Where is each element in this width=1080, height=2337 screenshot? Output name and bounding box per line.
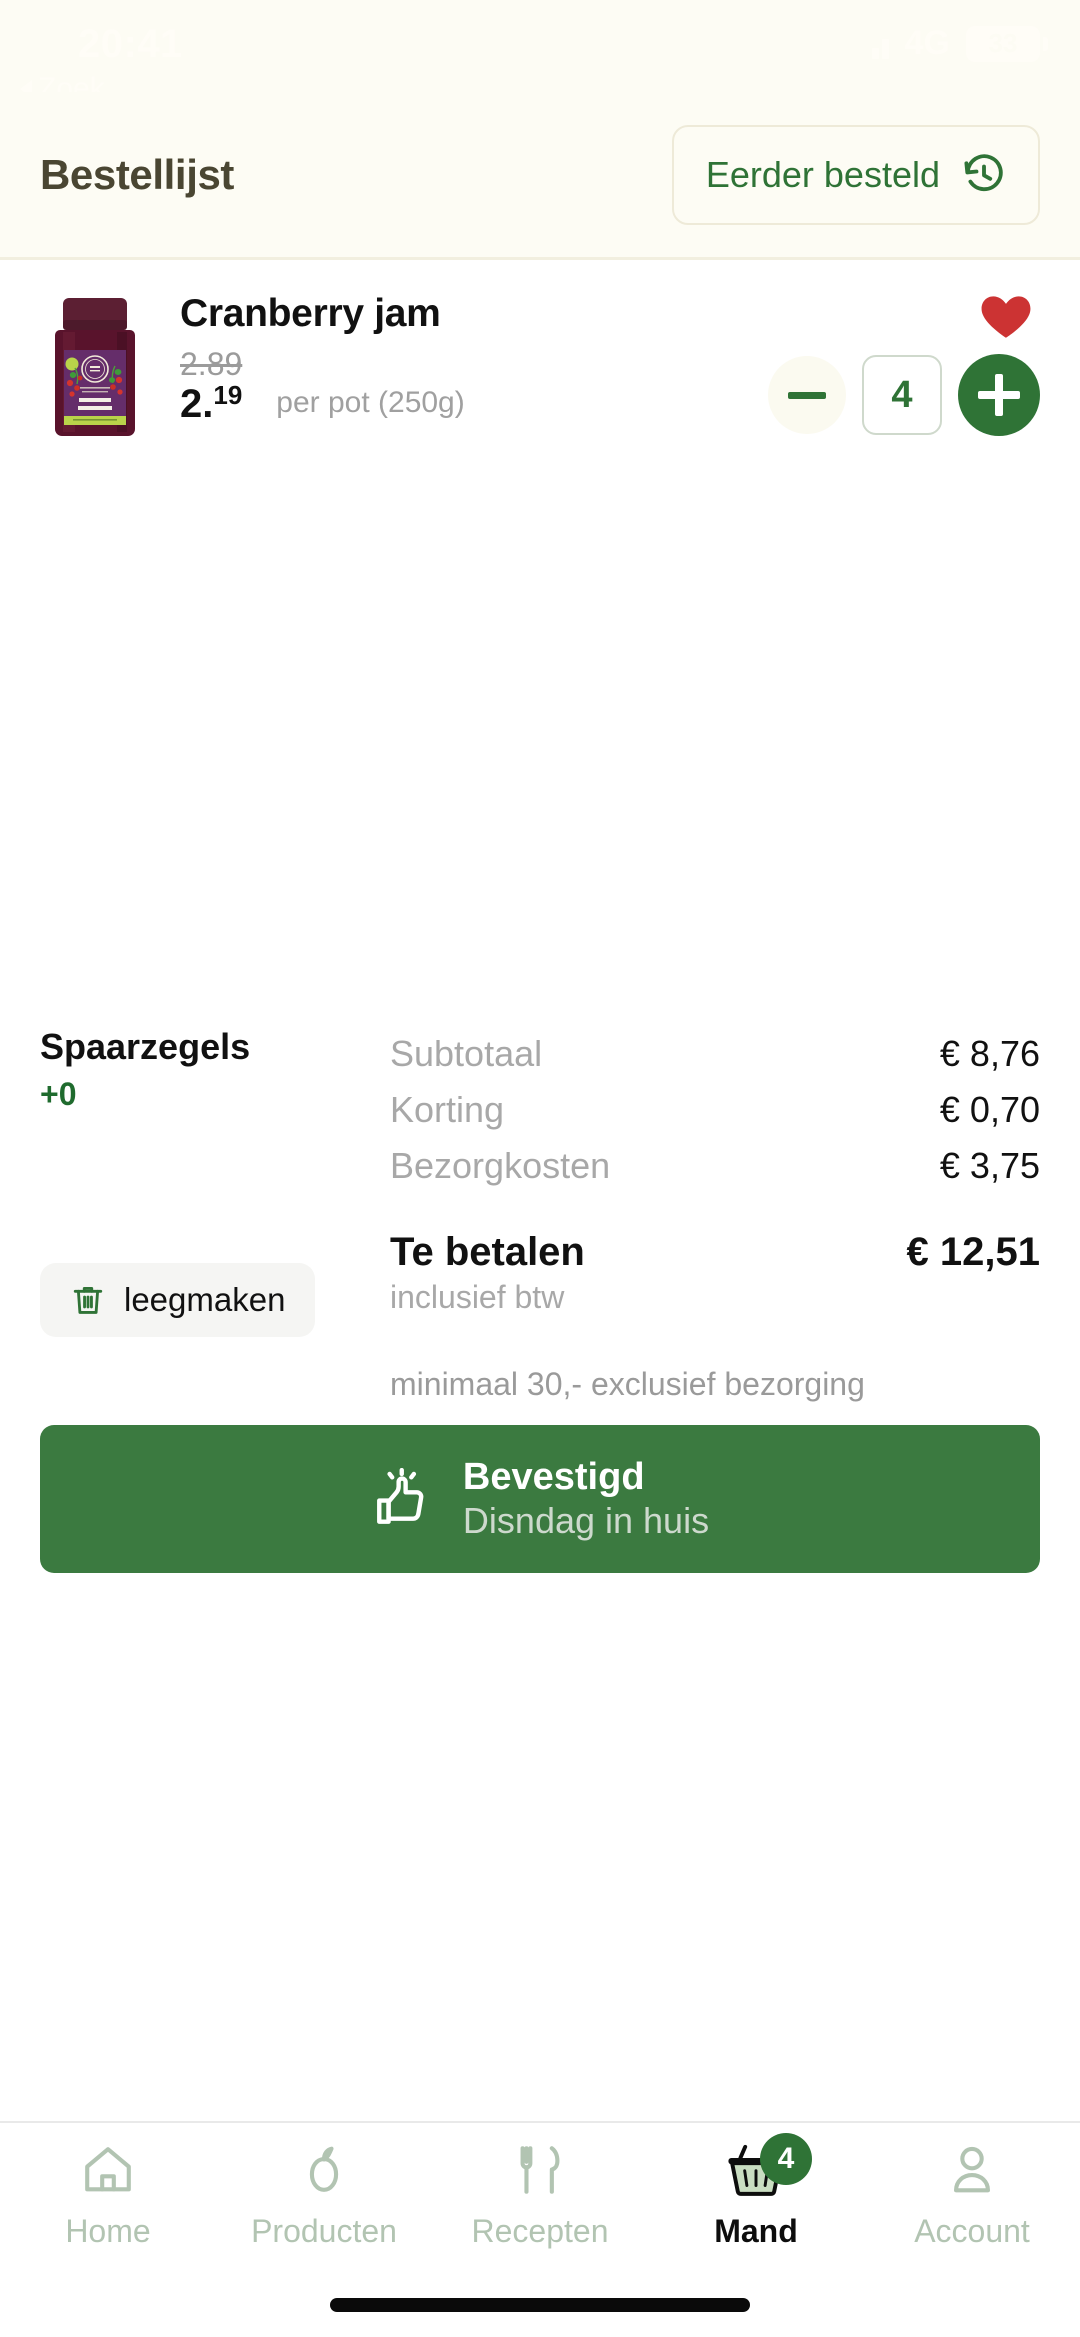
network-label: 4G — [904, 24, 950, 62]
nav-label-account: Account — [914, 2213, 1030, 2249]
nav-item-mand[interactable]: 4 Mand — [648, 2133, 864, 2250]
summary-row-subtotal: Subtotaal € 8,76 — [390, 1026, 1040, 1082]
quantity-input[interactable]: 4 — [862, 355, 942, 435]
nav-item-home[interactable]: Home — [0, 2139, 216, 2250]
previously-ordered-label: Eerder besteld — [705, 153, 940, 195]
delivery-label: Bezorgkosten — [390, 1145, 611, 1186]
status-right-group: 4G 33 — [871, 24, 1048, 63]
total-value: € 12,51 — [906, 1230, 1040, 1274]
total-label: Te betalen — [390, 1230, 585, 1274]
pear-icon — [295, 2139, 353, 2201]
bottom-spacer — [0, 1573, 1080, 2121]
product-image[interactable] — [40, 286, 150, 446]
product-price-cents: 19 — [213, 379, 243, 410]
product-list: Cranberry jam 2.89 2. 19 per pot (250g) — [0, 260, 1080, 1008]
bottom-navigation: Home Producten Recepten 4 Mand Account — [0, 2121, 1080, 2273]
summary-row-discount: Korting € 0,70 — [390, 1082, 1040, 1138]
nav-label-mand: Mand — [714, 2213, 798, 2249]
nav-label-home: Home — [65, 2213, 151, 2249]
minimum-order-note: minimaal 30,- exclusief bezorging — [390, 1366, 865, 1402]
empty-basket-button[interactable]: leegmaken — [40, 1263, 316, 1337]
minus-icon — [788, 391, 826, 399]
product-price: 2. 19 — [180, 379, 243, 426]
confirm-text-group: Bevestigd Disndag in huis — [463, 1456, 709, 1543]
nav-item-producten[interactable]: Producten — [216, 2139, 432, 2250]
empty-basket-label: leegmaken — [124, 1281, 286, 1318]
summary-row-delivery: Bezorgkosten € 3,75 — [390, 1138, 1040, 1194]
subtotal-label: Subtotaal — [390, 1033, 543, 1074]
trash-icon — [70, 1282, 106, 1318]
fork-knife-icon — [511, 2139, 569, 2201]
person-icon — [943, 2139, 1001, 2201]
product-old-price: 2.89 — [180, 346, 243, 382]
confirm-main-label: Bevestigd — [462, 1455, 645, 1498]
basket-badge: 4 — [760, 2133, 812, 2185]
delivery-value: € 3,75 — [939, 1145, 1040, 1186]
nav-label-producten: Producten — [251, 2213, 397, 2249]
order-summary: Spaarzegels +0 leegmaken Subtotaal € 8,7… — [0, 1008, 1080, 1403]
page-header: Bestellijst Eerder besteld — [0, 92, 1080, 260]
summary-left-column: Spaarzegels +0 leegmaken — [40, 1008, 390, 1403]
subtotal-value: € 8,76 — [939, 1033, 1040, 1074]
home-indicator-bar — [330, 2298, 750, 2312]
status-time: 20:41 — [78, 22, 183, 66]
home-indicator — [0, 2273, 1080, 2337]
status-bar: 20:41 Zoek 4G 33 — [0, 0, 1080, 105]
summary-right-column: Subtotaal € 8,76 Korting € 0,70 Bezorgko… — [390, 1008, 1040, 1403]
page-title: Bestellijst — [40, 150, 235, 198]
savings-stamps-label: Spaarzegels — [40, 1026, 251, 1067]
decrease-quantity-button[interactable] — [768, 356, 846, 434]
summary-row-total: Te betalen € 12,51 — [390, 1230, 1040, 1275]
quantity-stepper: 4 — [768, 354, 1040, 436]
confirm-area: Bevestigd Disndag in huis — [0, 1403, 1080, 1573]
quantity-value: 4 — [891, 373, 913, 416]
previously-ordered-button[interactable]: Eerder besteld — [671, 124, 1040, 225]
product-unit: per pot (250g) — [276, 385, 465, 419]
home-icon — [79, 2139, 137, 2201]
product-row[interactable]: Cranberry jam 2.89 2. 19 per pot (250g) — [0, 260, 1080, 460]
product-price-line: 2. 19 per pot (250g) — [180, 379, 740, 426]
nav-item-account[interactable]: Account — [864, 2139, 1080, 2250]
app-root: 20:41 Zoek 4G 33 Bestellijst Eerder best… — [0, 0, 1080, 2337]
vat-note: inclusief btw — [390, 1279, 565, 1315]
history-icon — [962, 153, 1006, 197]
product-price-whole: 2. — [180, 381, 214, 426]
confirm-sub-label: Disndag in huis — [462, 1500, 710, 1542]
product-name: Cranberry jam — [180, 292, 441, 335]
savings-stamps-value: +0 — [40, 1076, 77, 1112]
product-controls: 4 — [740, 286, 1040, 436]
product-info: Cranberry jam 2.89 2. 19 per pot (250g) — [180, 286, 740, 424]
increase-quantity-button[interactable] — [958, 354, 1040, 436]
basket-icon: 4 — [724, 2133, 812, 2201]
confirm-order-button[interactable]: Bevestigd Disndag in huis — [40, 1425, 1040, 1573]
nav-item-recepten[interactable]: Recepten — [432, 2139, 648, 2250]
favorite-button[interactable] — [978, 290, 1034, 340]
discount-value: € 0,70 — [939, 1089, 1040, 1130]
signal-bars-icon — [871, 29, 889, 59]
thumbs-up-icon — [371, 1468, 433, 1530]
discount-label: Korting — [390, 1089, 505, 1130]
heart-icon — [978, 296, 1034, 344]
battery-icon: 33 — [966, 25, 1048, 62]
nav-label-recepten: Recepten — [471, 2213, 609, 2249]
plus-icon-vertical — [995, 374, 1003, 416]
battery-level: 33 — [988, 28, 1018, 58]
